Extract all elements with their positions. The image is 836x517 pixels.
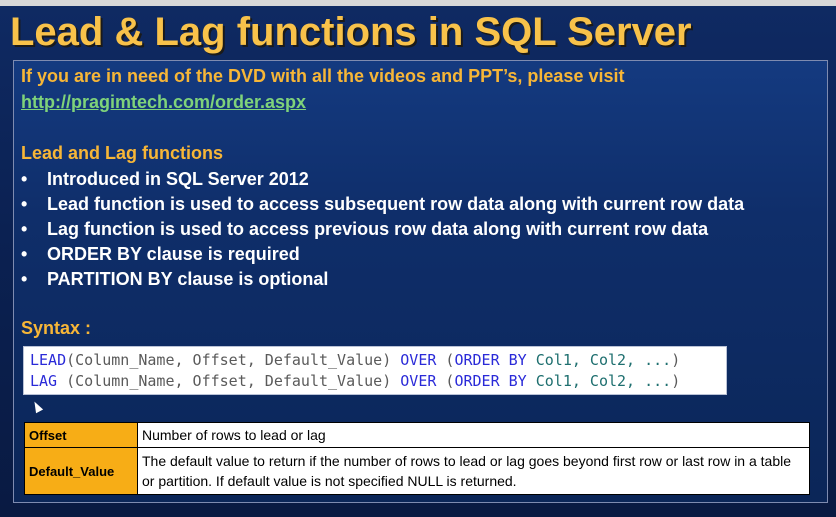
bullet-text: PARTITION BY clause is optional (47, 269, 329, 289)
order-link[interactable]: http://pragimtech.com/order.aspx (21, 92, 306, 113)
bullet-text: Introduced in SQL Server 2012 (47, 169, 309, 189)
bullet-icon: • (21, 219, 28, 239)
code-keyword-order-by: ORDER BY (454, 351, 527, 369)
param-description-cell: Number of rows to lead or lag (137, 422, 810, 448)
list-item: • Introduced in SQL Server 2012 (21, 167, 744, 192)
bullet-icon: • (21, 194, 28, 214)
code-arguments: (Column_Name, Offset, Default_Value) (66, 351, 392, 369)
bullet-text: Lag function is used to access previous … (47, 219, 709, 239)
table-row: Default_Value The default value to retur… (24, 447, 810, 495)
code-keyword-over: OVER (400, 372, 437, 390)
code-paren: ) (671, 372, 681, 390)
param-name-cell: Offset (24, 422, 138, 448)
bullet-list: • Introduced in SQL Server 2012 • Lead f… (21, 167, 744, 292)
code-function-name: LAG (30, 372, 67, 390)
presentation-slide: Lead & Lag functions in SQL Server If yo… (0, 0, 836, 517)
code-columns: Col1, Col2, ... (535, 372, 672, 390)
bullet-icon: • (21, 169, 28, 189)
list-item: • Lead function is used to access subseq… (21, 192, 744, 217)
bullet-text: ORDER BY clause is required (47, 244, 300, 264)
param-description-cell: The default value to return if the numbe… (137, 447, 810, 495)
param-name-cell: Default_Value (24, 447, 138, 495)
code-arguments: (Column_Name, Offset, Default_Value) (66, 372, 392, 390)
bullet-icon: • (21, 244, 28, 264)
list-item: • ORDER BY clause is required (21, 242, 744, 267)
bullet-icon: • (21, 269, 28, 289)
window-top-strip (0, 0, 836, 6)
list-item: • PARTITION BY clause is optional (21, 267, 744, 292)
bullet-text: Lead function is used to access subseque… (47, 194, 745, 214)
parameters-table: Offset Number of rows to lead or lag Def… (24, 422, 810, 495)
slide-title: Lead & Lag functions in SQL Server (10, 10, 692, 54)
table-row: Offset Number of rows to lead or lag (24, 422, 810, 448)
syntax-code-block: LEAD(Column_Name, Offset, Default_Value)… (23, 346, 727, 395)
code-columns: Col1, Col2, ... (535, 351, 672, 369)
code-line-lead: LEAD(Column_Name, Offset, Default_Value)… (30, 350, 726, 371)
dvd-info-text: If you are in need of the DVD with all t… (21, 66, 625, 86)
syntax-heading: Syntax : (21, 318, 92, 338)
code-keyword-order-by: ORDER BY (454, 372, 527, 390)
code-keyword-over: OVER (400, 351, 437, 369)
section-heading: Lead and Lag functions (21, 143, 224, 163)
list-item: • Lag function is used to access previou… (21, 217, 744, 242)
code-line-lag: LAG (Column_Name, Offset, Default_Value)… (30, 371, 726, 392)
code-paren: ) (671, 351, 681, 369)
code-function-name: LEAD (30, 351, 67, 369)
